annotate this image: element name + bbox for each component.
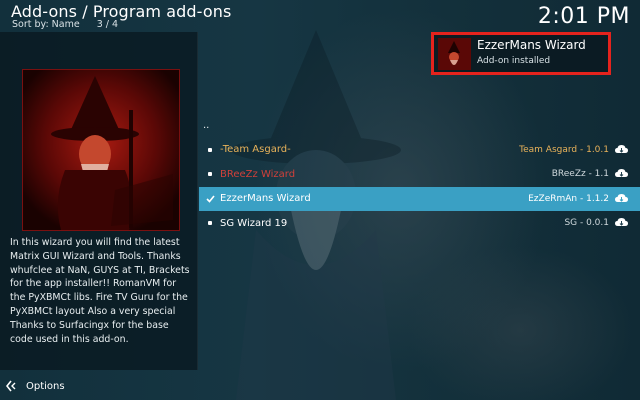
parent-folder-item[interactable]: ..	[199, 113, 640, 138]
options-label: Options	[26, 380, 65, 392]
cloud-download-icon	[615, 193, 628, 202]
bullet-icon	[208, 221, 212, 226]
addon-list: .. -Team Asgard- Team Asgard - 1.0.1 BRe…	[199, 113, 640, 236]
options-button[interactable]: Options	[6, 380, 65, 392]
addon-name: SG Wizard 19	[220, 217, 288, 229]
addon-meta: SG - 0.0.1	[564, 218, 609, 229]
clock: 2:01 PM	[537, 4, 630, 29]
sort-info: Sort by: Name 3 / 4	[12, 19, 118, 30]
addon-meta: Team Asgard - 1.0.1	[519, 144, 609, 155]
cloud-download-icon	[615, 144, 628, 153]
list-item-selected[interactable]: EzzerMans Wizard EzZeRmAn - 1.1.2	[199, 186, 640, 211]
addon-description: In this wizard you will find the latest …	[10, 237, 190, 345]
parent-folder-label: ..	[203, 119, 210, 131]
check-icon	[205, 195, 215, 203]
notification-addon-thumbnail	[438, 38, 471, 70]
notification-title: EzzerMans Wizard	[477, 38, 586, 52]
addon-meta: BReeZz - 1.1	[551, 169, 609, 180]
list-item[interactable]: SG Wizard 19 SG - 0.0.1	[199, 211, 640, 236]
addon-name: -Team Asgard-	[220, 144, 291, 156]
notification-message: Add-on installed	[477, 56, 551, 66]
bullet-icon	[208, 147, 212, 152]
addon-meta: EzZeRmAn - 1.1.2	[528, 193, 609, 204]
addon-name: EzzerMans Wizard	[220, 193, 311, 205]
bullet-icon	[208, 172, 212, 177]
cloud-download-icon	[615, 218, 628, 227]
addon-name: BReeZz Wizard	[220, 168, 296, 180]
list-item[interactable]: -Team Asgard- Team Asgard - 1.0.1	[199, 138, 640, 163]
list-position: 3 / 4	[96, 19, 119, 30]
addon-info-panel: In this wizard you will find the latest …	[0, 32, 198, 370]
list-item[interactable]: BReeZz Wizard BReeZz - 1.1	[199, 162, 640, 187]
cloud-download-icon	[615, 169, 628, 178]
addon-thumbnail	[22, 69, 180, 231]
options-arrows-icon	[6, 380, 16, 392]
sort-label[interactable]: Sort by: Name	[12, 19, 80, 30]
notification-toast: EzzerMans Wizard Add-on installed	[431, 32, 611, 75]
